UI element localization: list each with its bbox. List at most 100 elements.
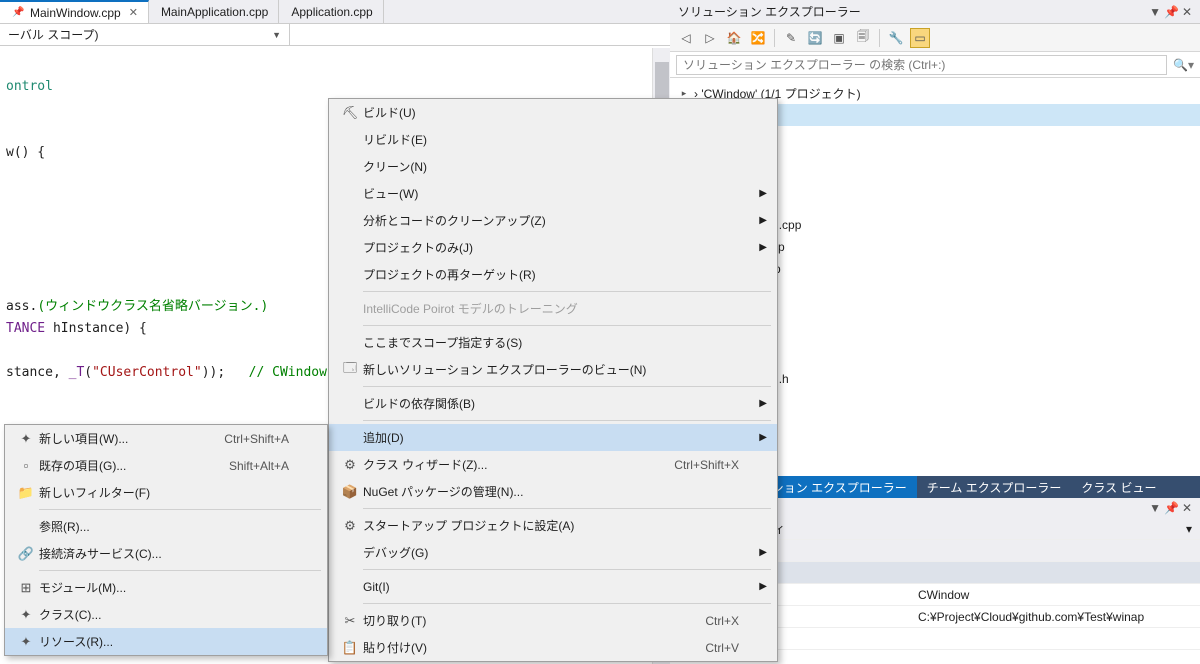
menu-item-label: NuGet パッケージの管理(N)... (363, 483, 747, 500)
menu-item[interactable]: 追加(D) ▶ (329, 424, 777, 451)
show-all-icon[interactable]: 🗐 (853, 28, 873, 48)
menu-item[interactable]: ビュー(W)▶ (329, 180, 777, 207)
search-icon[interactable]: 🔍▾ (1173, 58, 1194, 72)
menu-item[interactable]: 📋貼り付け(V)Ctrl+V (329, 634, 777, 661)
menu-item-label: 切り取り(T) (363, 612, 705, 629)
chevron-right-icon: ▶ (759, 242, 767, 253)
pin-icon[interactable]: 📌 (1164, 5, 1179, 19)
menu-item-icon: ▫ (13, 458, 39, 473)
menu-item-label: Git(I) (363, 580, 747, 594)
menu-item-label: 新しいソリューション エクスプローラーのビュー(N) (363, 361, 747, 378)
tab-label: MainWindow.cpp (30, 6, 121, 20)
menu-separator (363, 386, 771, 387)
back-icon[interactable]: ◁ (676, 28, 696, 48)
menu-item-label: リソース(R)... (39, 633, 297, 650)
menu-item[interactable]: ✦新しい項目(W)...Ctrl+Shift+A (5, 425, 327, 452)
menu-item-label: プロジェクトのみ(J) (363, 239, 747, 256)
dropdown-icon[interactable]: ▼ (1149, 5, 1161, 19)
menu-item-label: 貼り付け(V) (363, 639, 705, 656)
tab-mainwindow[interactable]: 📌 MainWindow.cpp ✕ (0, 0, 149, 23)
menu-item[interactable]: プロジェクトの再ターゲット(R) (329, 261, 777, 288)
menu-item-label: デバッグ(G) (363, 544, 747, 561)
menu-separator (363, 325, 771, 326)
chevron-down-icon: ▾ (1186, 522, 1192, 536)
menu-item-icon: 📋 (337, 640, 363, 656)
close-icon[interactable]: ✕ (129, 6, 138, 19)
menu-item[interactable]: 📦NuGet パッケージの管理(N)... (329, 478, 777, 505)
menu-separator (39, 509, 321, 510)
menu-item-label: 追加(D) (363, 429, 747, 446)
menu-item-label: クラス ウィザード(Z)... (363, 456, 674, 473)
menu-item[interactable]: 参照(R)... (5, 513, 327, 540)
close-icon[interactable]: ✕ (1182, 501, 1192, 515)
menu-item-label: 分析とコードのクリーンアップ(Z) (363, 212, 747, 229)
menu-item[interactable]: デバッグ(G) ▶ (329, 539, 777, 566)
menu-item[interactable]: ⚙スタートアップ プロジェクトに設定(A) (329, 512, 777, 539)
scope-dropdown[interactable]: ーバル スコープ) ▼ (0, 24, 290, 45)
menu-item[interactable]: 📁新しいフィルター(F) (5, 479, 327, 506)
panel-title: ソリューション エクスプローラー (678, 3, 861, 20)
menu-item[interactable]: ✂切り取り(T)Ctrl+X (329, 607, 777, 634)
tab-mainapplication[interactable]: MainApplication.cpp (149, 0, 279, 23)
menu-item[interactable]: ここまでスコープ指定する(S) (329, 329, 777, 356)
menu-item[interactable]: ✦クラス(C)... (5, 601, 327, 628)
chevron-right-icon: ▶ (759, 547, 767, 558)
menu-item-icon: 🗔 (337, 359, 363, 381)
menu-item-label: ビュー(W) (363, 185, 747, 202)
menu-item-label: クリーン(N) (363, 158, 747, 175)
menu-item-label: IntelliCode Poirot モデルのトレーニング (363, 300, 747, 317)
menu-item[interactable]: クリーン(N) (329, 153, 777, 180)
tab-application[interactable]: Application.cpp (279, 0, 383, 23)
chevron-right-icon: ▶ (759, 581, 767, 592)
context-menu: ⛏ビルド(U)リビルド(E)クリーン(N)ビュー(W)▶分析とコードのクリーンア… (328, 98, 778, 662)
dropdown-icon[interactable]: ▼ (1149, 501, 1161, 515)
collapse-icon[interactable]: ▣ (829, 28, 849, 48)
add-submenu: ✦新しい項目(W)...Ctrl+Shift+A▫既存の項目(G)...Shif… (4, 424, 328, 656)
menu-item-icon: ✦ (13, 634, 39, 650)
panel-tab-class-view[interactable]: クラス ビュー (1071, 476, 1166, 498)
menu-item-icon: 📁 (13, 485, 39, 501)
menu-item-label: スタートアップ プロジェクトに設定(A) (363, 517, 747, 534)
pending-changes-icon[interactable]: ✎ (781, 28, 801, 48)
menu-item-icon: 🔗 (13, 546, 39, 562)
menu-item-icon: ⛏ (337, 105, 363, 121)
menu-item-label: ビルドの依存関係(B) (363, 395, 747, 412)
menu-item[interactable]: リビルド(E) (329, 126, 777, 153)
menu-item[interactable]: ⚙クラス ウィザード(Z)...Ctrl+Shift+X (329, 451, 777, 478)
menu-item[interactable]: 🔗接続済みサービス(C)... (5, 540, 327, 567)
pin-icon[interactable]: 📌 (1164, 501, 1179, 515)
forward-icon[interactable]: ▷ (700, 28, 720, 48)
menu-item-label: 新しい項目(W)... (39, 430, 224, 447)
sync-icon[interactable]: 🔄 (805, 28, 825, 48)
menu-item-label: 既存の項目(G)... (39, 457, 229, 474)
menu-item[interactable]: ビルドの依存関係(B)▶ (329, 390, 777, 417)
menu-item-icon: ⚙ (337, 518, 363, 534)
chevron-right-icon: ▶ (759, 432, 767, 443)
panel-title-bar: ソリューション エクスプローラー ▼ 📌 ✕ (670, 0, 1200, 24)
menu-item-icon: ✂ (337, 613, 363, 629)
menu-item[interactable]: ▫既存の項目(G)...Shift+Alt+A (5, 452, 327, 479)
code-editor[interactable]: ontrol w() { ass.(ウィンドウクラス名省略バージョン.) TAN… (0, 46, 330, 414)
menu-item-icon: ✦ (13, 607, 39, 623)
switch-view-icon[interactable]: 🔀 (748, 28, 768, 48)
menu-separator (363, 508, 771, 509)
menu-item[interactable]: ⛏ビルド(U) (329, 99, 777, 126)
menu-item-label: 新しいフィルター(F) (39, 484, 297, 501)
menu-item[interactable]: プロジェクトのみ(J) ▶ (329, 234, 777, 261)
chevron-right-icon: ▶ (759, 215, 767, 226)
panel-tab-team-explorer[interactable]: チーム エクスプローラー (917, 476, 1072, 498)
menu-item[interactable]: 分析とコードのクリーンアップ(Z) ▶ (329, 207, 777, 234)
menu-item[interactable]: ⊞モジュール(M)... (5, 574, 327, 601)
tab-label: MainApplication.cpp (161, 5, 268, 19)
properties-icon[interactable]: 🔧 (886, 28, 906, 48)
preview-selected-icon[interactable]: ▭ (910, 28, 930, 48)
menu-item-label: クラス(C)... (39, 606, 297, 623)
menu-item[interactable]: Git(I) ▶ (329, 573, 777, 600)
menu-separator (363, 291, 771, 292)
menu-item[interactable]: 🗔新しいソリューション エクスプローラーのビュー(N) (329, 356, 777, 383)
menu-item[interactable]: ✦リソース(R)... (5, 628, 327, 655)
search-input[interactable] (676, 55, 1167, 75)
close-icon[interactable]: ✕ (1182, 5, 1192, 19)
home-icon[interactable]: 🏠 (724, 28, 744, 48)
menu-item-label: リビルド(E) (363, 131, 747, 148)
